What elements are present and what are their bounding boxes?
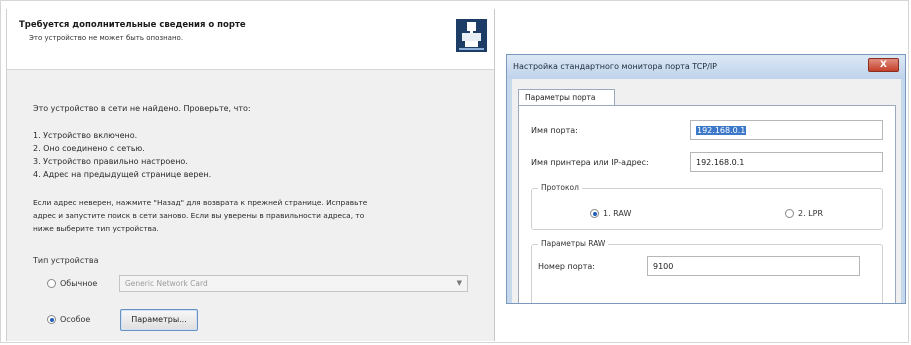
close-button[interactable]: X — [868, 58, 899, 72]
protocol-raw-label[interactable]: 1. RAW — [603, 209, 631, 218]
dialog-client-area: Параметры порта Имя порта: 192.168.0.1 И… — [512, 79, 901, 303]
protocol-group-label: Протокол — [538, 183, 582, 192]
tab-label: Параметры порта — [525, 93, 596, 102]
port-number-label: Номер порта: — [538, 262, 595, 271]
checklist-item: 4. Адрес на предыдущей странице верен. — [33, 170, 212, 179]
wizard-header: Требуется дополнительные сведения о порт… — [7, 9, 494, 70]
advice-text-line: адрес и запустите поиск в сети заново. Е… — [33, 211, 365, 220]
device-type-label: Тип устройства — [33, 256, 99, 265]
wizard-subtitle: Это устройство не может быть опознано. — [29, 34, 184, 42]
advice-text-line: Если адрес неверен, нажмите "Назад" для … — [33, 198, 368, 207]
dialog-titlebar[interactable]: Настройка стандартного монитора порта TC… — [507, 55, 905, 79]
printer-address-value: 192.168.0.1 — [696, 158, 745, 167]
advice-text-line: ниже выберите тип устройства. — [33, 224, 159, 233]
network-printer-icon — [456, 19, 487, 52]
tcpip-port-monitor-dialog: Настройка стандартного монитора порта TC… — [506, 54, 906, 304]
port-name-label: Имя порта: — [531, 126, 578, 135]
protocol-lpr-label[interactable]: 2. LPR — [798, 209, 823, 218]
device-type-custom-label[interactable]: Особое — [60, 315, 90, 324]
port-number-input[interactable]: 9100 — [647, 256, 860, 276]
tab-port-settings[interactable]: Параметры порта — [518, 89, 615, 106]
chevron-down-icon: ▼ — [456, 279, 462, 287]
raw-settings-groupbox: Параметры RAW Номер порта: 9100 — [531, 239, 883, 303]
wizard-intro-text: Это устройство в сети не найдено. Провер… — [33, 104, 251, 113]
port-name-input[interactable]: 192.168.0.1 — [690, 120, 883, 140]
parameters-button-label: Параметры... — [131, 315, 187, 324]
device-type-standard-label[interactable]: Обычное — [60, 279, 97, 288]
parameters-button[interactable]: Параметры... — [120, 309, 198, 331]
port-settings-panel: Имя порта: 192.168.0.1 Имя принтера или … — [518, 105, 896, 303]
dropdown-selected-value: Generic Network Card — [125, 279, 208, 288]
standard-device-dropdown[interactable]: Generic Network Card ▼ — [119, 275, 468, 292]
device-type-standard-radio[interactable] — [47, 279, 56, 288]
dialog-title: Настройка стандартного монитора порта TC… — [513, 62, 718, 71]
port-name-value: 192.168.0.1 — [696, 126, 747, 135]
checklist-item: 3. Устройство правильно настроено. — [33, 157, 188, 166]
port-number-value: 9100 — [653, 262, 674, 271]
add-printer-wizard: Требуется дополнительные сведения о порт… — [6, 9, 495, 341]
printer-address-label: Имя принтера или IP-адрес: — [531, 158, 649, 167]
protocol-groupbox: Протокол 1. RAW 2. LPR — [531, 183, 883, 230]
wizard-title: Требуется дополнительные сведения о порт… — [19, 20, 246, 30]
protocol-lpr-radio[interactable] — [785, 209, 794, 218]
checklist-item: 2. Оно соединено с сетью. — [33, 144, 145, 153]
raw-settings-group-label: Параметры RAW — [538, 239, 609, 248]
close-icon: X — [880, 60, 887, 70]
device-type-custom-radio[interactable] — [47, 315, 56, 324]
protocol-raw-radio[interactable] — [590, 209, 599, 218]
printer-address-input[interactable]: 192.168.0.1 — [690, 152, 883, 172]
checklist-item: 1. Устройство включено. — [33, 131, 138, 140]
